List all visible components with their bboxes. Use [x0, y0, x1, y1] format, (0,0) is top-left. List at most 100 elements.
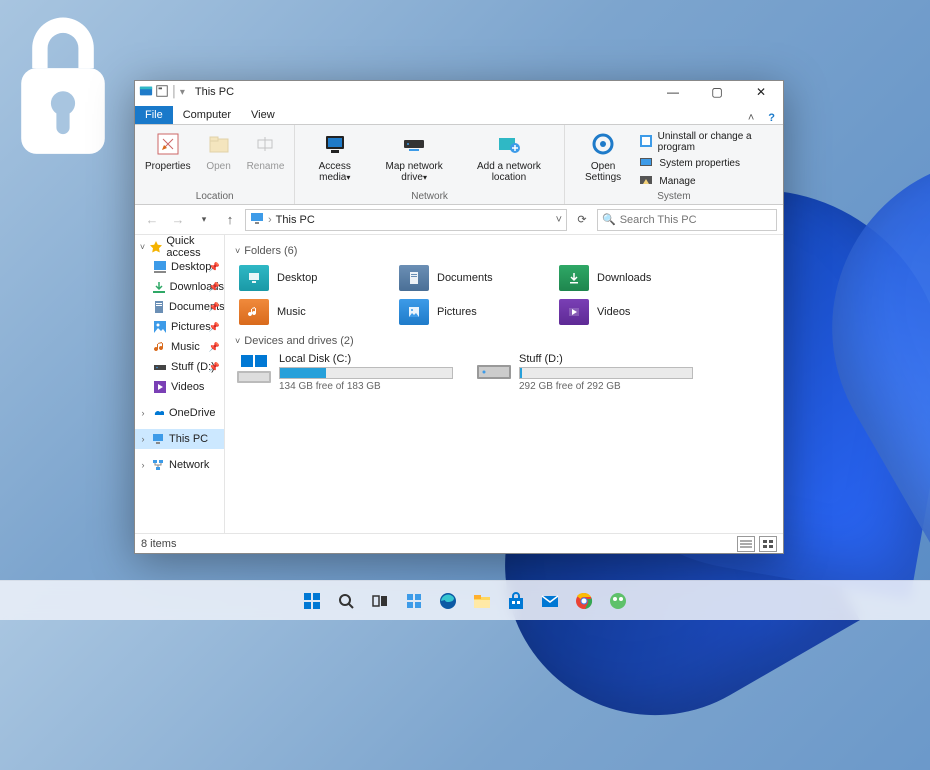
- navigation-row: ← → ▾ ↑ › This PC ˅ ⟳ 🔍: [135, 205, 783, 235]
- address-dropdown-icon[interactable]: ˅: [556, 214, 562, 226]
- open-settings-button[interactable]: Open Settings: [571, 127, 636, 185]
- properties-button[interactable]: Properties: [141, 127, 195, 174]
- folders-section-header[interactable]: ˅ Folders (6): [235, 245, 773, 257]
- uninstall-program-link[interactable]: Uninstall or change a program: [639, 131, 777, 153]
- status-item-count: 8 items: [141, 538, 176, 550]
- start-button[interactable]: [298, 587, 326, 615]
- pin-icon: 📌: [209, 342, 220, 353]
- sidebar-item-stuff-d[interactable]: Stuff (D:)📌: [135, 357, 224, 377]
- folder-music[interactable]: Music: [235, 295, 395, 329]
- folder-pictures[interactable]: Pictures: [395, 295, 555, 329]
- tab-computer[interactable]: Computer: [173, 106, 241, 124]
- folder-documents[interactable]: Documents: [395, 261, 555, 295]
- taskbar: [0, 580, 930, 620]
- ribbon-group-location-label: Location: [141, 191, 288, 204]
- taskbar-search-icon[interactable]: [332, 587, 360, 615]
- documents-folder-icon: [399, 265, 429, 291]
- manage-link[interactable]: Manage: [639, 173, 777, 189]
- search-input[interactable]: [620, 214, 772, 226]
- system-properties-link[interactable]: System properties: [639, 155, 777, 171]
- qat-customize-icon[interactable]: ▾: [180, 87, 185, 98]
- drive-icon: [477, 353, 511, 387]
- sidebar-network[interactable]: ›Network: [135, 455, 224, 475]
- videos-icon: [153, 380, 167, 394]
- onedrive-icon: [151, 406, 165, 420]
- folder-videos[interactable]: Videos: [555, 295, 715, 329]
- sidebar-item-videos[interactable]: Videos: [135, 377, 224, 397]
- close-button[interactable]: ✕: [739, 81, 783, 103]
- drive-local-disk-c[interactable]: Local Disk (C:) 134 GB free of 183 GB: [235, 351, 455, 394]
- pictures-folder-icon: [399, 299, 429, 325]
- storage-bar: [519, 367, 693, 379]
- this-pc-icon: [250, 211, 264, 228]
- refresh-button[interactable]: ⟳: [571, 209, 593, 231]
- drive-stuff-d[interactable]: Stuff (D:) 292 GB free of 292 GB: [475, 351, 695, 394]
- desktop-folder-icon: [239, 265, 269, 291]
- minimize-button[interactable]: ―: [651, 81, 695, 103]
- sidebar-item-pictures[interactable]: Pictures📌: [135, 317, 224, 337]
- folder-desktop[interactable]: Desktop: [235, 261, 395, 295]
- qat-properties-icon[interactable]: [155, 84, 169, 101]
- titlebar[interactable]: │ ▾ This PC ― ▢ ✕: [135, 81, 783, 103]
- help-icon[interactable]: ?: [760, 112, 783, 124]
- breadcrumb[interactable]: This PC: [276, 214, 315, 226]
- map-network-drive-button[interactable]: Map network drive▾: [372, 127, 456, 185]
- sidebar-item-music[interactable]: Music📌: [135, 337, 224, 357]
- chevron-down-icon: ˅: [235, 246, 240, 256]
- sidebar-item-desktop[interactable]: Desktop📌: [135, 257, 224, 277]
- pictures-icon: [153, 320, 167, 334]
- app-icon: [139, 84, 153, 101]
- drives-section-header[interactable]: ˅ Devices and drives (2): [235, 335, 773, 347]
- sidebar-item-documents[interactable]: Documents📌: [135, 297, 224, 317]
- open-button: Open: [199, 127, 239, 174]
- details-view-button[interactable]: [737, 536, 755, 552]
- up-button[interactable]: ↑: [219, 209, 241, 231]
- explorer-icon[interactable]: [468, 587, 496, 615]
- folder-downloads[interactable]: Downloads: [555, 261, 715, 295]
- tab-file[interactable]: File: [135, 106, 173, 124]
- app-icon[interactable]: [604, 587, 632, 615]
- address-bar[interactable]: › This PC ˅: [245, 209, 567, 231]
- sidebar-item-downloads[interactable]: Downloads📌: [135, 277, 224, 297]
- lock-watermark-icon: [8, 4, 118, 174]
- star-icon: [150, 240, 162, 254]
- recent-locations-button[interactable]: ▾: [193, 209, 215, 231]
- ribbon-collapse-icon[interactable]: ˄: [742, 112, 760, 124]
- mail-icon[interactable]: [536, 587, 564, 615]
- window-title: This PC: [189, 86, 651, 98]
- search-box[interactable]: 🔍: [597, 209, 777, 231]
- navigation-pane: ˅ Quick access Desktop📌 Downloads📌 Docum…: [135, 235, 225, 533]
- chevron-down-icon: ˅: [235, 336, 240, 346]
- forward-button[interactable]: →: [167, 209, 189, 231]
- ribbon-group-system: Open Settings Uninstall or change a prog…: [565, 125, 783, 204]
- music-folder-icon: [239, 299, 269, 325]
- desktop-icon: [153, 260, 167, 274]
- pin-icon: 📌: [209, 362, 220, 373]
- sidebar-quick-access[interactable]: ˅ Quick access: [135, 237, 224, 257]
- ribbon-group-network-label: Network: [301, 191, 557, 204]
- store-icon[interactable]: [502, 587, 530, 615]
- sidebar-this-pc[interactable]: ›This PC: [135, 429, 224, 449]
- sidebar-onedrive[interactable]: ›OneDrive: [135, 403, 224, 423]
- network-icon: [151, 458, 165, 472]
- status-bar: 8 items: [135, 533, 783, 553]
- task-view-icon[interactable]: [366, 587, 394, 615]
- maximize-button[interactable]: ▢: [695, 81, 739, 103]
- downloads-folder-icon: [559, 265, 589, 291]
- ribbon-tabstrip: File Computer View ˄ ?: [135, 103, 783, 125]
- widgets-icon[interactable]: [400, 587, 428, 615]
- access-media-button[interactable]: Access media▾: [301, 127, 368, 185]
- pin-icon: 📌: [209, 302, 220, 313]
- search-icon: 🔍: [602, 213, 616, 226]
- edge-icon[interactable]: [434, 587, 462, 615]
- pin-icon: 📌: [209, 282, 220, 293]
- large-icons-view-button[interactable]: [759, 536, 777, 552]
- tab-view[interactable]: View: [241, 106, 285, 124]
- ribbon-group-system-label: System: [571, 191, 777, 204]
- this-pc-icon: [151, 432, 165, 446]
- chrome-icon[interactable]: [570, 587, 598, 615]
- add-network-location-button[interactable]: Add a network location: [460, 127, 558, 185]
- back-button[interactable]: ←: [141, 209, 163, 231]
- content-pane: ˅ Folders (6) Desktop Documents Download…: [225, 235, 783, 533]
- ribbon: Properties Open Rename Location Access m…: [135, 125, 783, 205]
